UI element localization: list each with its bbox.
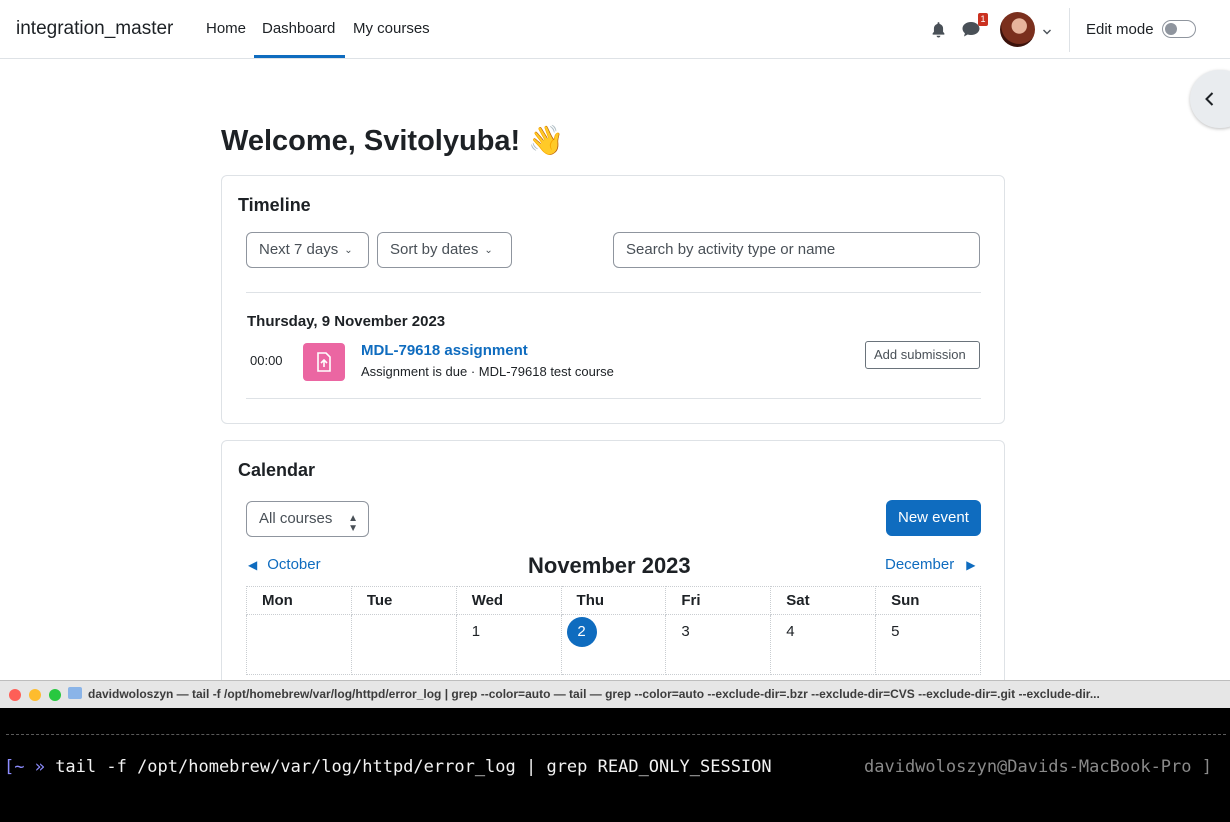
calendar-day-cell[interactable]: 3 bbox=[665, 614, 772, 675]
weekday-fri: Fri bbox=[665, 586, 772, 615]
calendar-day-cell[interactable] bbox=[246, 614, 352, 675]
select-arrows-icon-down: ▼ bbox=[348, 523, 358, 534]
today-marker[interactable]: 2 bbox=[566, 617, 597, 647]
weekday-mon: Mon bbox=[246, 586, 352, 615]
terminal-separator bbox=[6, 734, 1226, 736]
timeline-day-filter-label: Next 7 days bbox=[259, 241, 339, 258]
timeline-title: Timeline bbox=[238, 195, 311, 215]
edit-mode-label: Edit mode bbox=[1086, 21, 1154, 38]
open-drawer-button[interactable] bbox=[1190, 70, 1230, 128]
calendar-block: Calendar All courses ▲ ▼ New event ◀ Octo… bbox=[221, 440, 1005, 700]
timeline-block: Timeline Next 7 days ⌄ Sort by dates ⌄ Sea… bbox=[221, 175, 1005, 424]
folder-icon bbox=[68, 687, 82, 699]
weekday-thu: Thu bbox=[560, 586, 667, 615]
calendar-day-cell[interactable]: 5 bbox=[875, 614, 981, 675]
event-name-link[interactable]: MDL-79618 assignment bbox=[361, 342, 528, 359]
chevron-down-icon: ⌄ bbox=[344, 245, 353, 256]
next-month-label: December bbox=[885, 556, 955, 573]
new-event-button[interactable]: New event bbox=[886, 500, 981, 536]
calendar-day-cell[interactable]: 4 bbox=[770, 614, 877, 675]
prev-month-link[interactable]: ◀ October bbox=[248, 556, 321, 573]
nav-home[interactable]: Home bbox=[206, 20, 246, 37]
chevron-left-icon bbox=[1205, 92, 1214, 106]
nav-dashboard[interactable]: Dashboard bbox=[262, 20, 335, 37]
weekday-header-row: Mon Tue Wed Thu Fri Sat Sun bbox=[246, 586, 981, 615]
event-subtitle: Assignment is due · MDL-79618 test cours… bbox=[361, 364, 614, 379]
timeline-divider-bottom bbox=[246, 398, 981, 399]
timeline-sort-filter[interactable]: Sort by dates ⌄ bbox=[377, 232, 512, 268]
toggle-knob bbox=[1165, 23, 1177, 35]
calendar-day-cell[interactable] bbox=[350, 614, 457, 675]
prev-month-label: October bbox=[267, 556, 321, 573]
next-month-link[interactable]: December ▶ bbox=[885, 556, 975, 573]
nav-my-courses[interactable]: My courses bbox=[353, 20, 430, 37]
navbar-divider bbox=[1069, 8, 1070, 52]
page-title: Welcome, Svitolyuba! 👋 bbox=[221, 125, 565, 157]
weekday-tue: Tue bbox=[350, 586, 457, 615]
add-submission-button[interactable]: Add submission bbox=[865, 341, 980, 369]
user-avatar[interactable] bbox=[1000, 12, 1035, 47]
bell-icon[interactable] bbox=[930, 21, 947, 43]
chevron-down-icon[interactable] bbox=[1042, 24, 1052, 42]
calendar-week-row: 1 2 3 4 5 bbox=[246, 614, 981, 675]
arrow-right-icon: ▶ bbox=[966, 558, 976, 572]
terminal-command-line: [~ » tail -f /opt/homebrew/var/log/httpd… bbox=[4, 757, 772, 777]
terminal-right-prompt: davidwoloszyn@Davids-MacBook-Pro ] bbox=[864, 757, 1212, 777]
timeline-search-input[interactable]: Search by activity type or name bbox=[613, 232, 980, 268]
arrow-left-icon: ◀ bbox=[248, 558, 258, 572]
weekday-sat: Sat bbox=[770, 586, 877, 615]
zoom-window-icon[interactable] bbox=[49, 689, 61, 701]
timeline-day-filter[interactable]: Next 7 days ⌄ bbox=[246, 232, 369, 268]
terminal-prompt: [~ » bbox=[4, 757, 45, 777]
calendar-course-select-label: All courses bbox=[259, 510, 333, 527]
weekday-wed: Wed bbox=[455, 586, 562, 615]
timeline-divider-top bbox=[246, 292, 981, 293]
calendar-day-cell-today[interactable]: 2 bbox=[560, 614, 667, 675]
terminal-window[interactable]: [~ » tail -f /opt/homebrew/var/log/httpd… bbox=[0, 708, 1230, 822]
event-time: 00:00 bbox=[250, 353, 283, 368]
terminal-command: tail -f /opt/homebrew/var/log/httpd/erro… bbox=[44, 757, 772, 777]
calendar-course-select[interactable]: All courses ▲ ▼ bbox=[246, 501, 369, 537]
top-navbar: integration_master Home Dashboard My cou… bbox=[0, 0, 1230, 59]
timeline-sort-label: Sort by dates bbox=[390, 241, 479, 258]
terminal-titlebar[interactable]: davidwoloszyn — tail -f /opt/homebrew/va… bbox=[0, 680, 1230, 708]
calendar-title: Calendar bbox=[238, 460, 316, 480]
calendar-month-title: November 2023 bbox=[528, 553, 691, 578]
minimize-window-icon[interactable] bbox=[29, 689, 41, 701]
calendar-grid: Mon Tue Wed Thu Fri Sat Sun 1 2 3 4 5 bbox=[246, 586, 981, 675]
terminal-window-title: davidwoloszyn — tail -f /opt/homebrew/va… bbox=[88, 687, 1100, 701]
close-window-icon[interactable] bbox=[9, 689, 21, 701]
weekday-sun: Sun bbox=[875, 586, 981, 615]
chevron-down-icon: ⌄ bbox=[484, 245, 493, 256]
timeline-date-heading: Thursday, 9 November 2023 bbox=[247, 313, 446, 330]
edit-mode-toggle[interactable] bbox=[1162, 20, 1196, 38]
message-count-badge: 1 bbox=[978, 13, 988, 26]
assignment-icon bbox=[303, 343, 345, 381]
calendar-day-cell[interactable]: 1 bbox=[455, 614, 562, 675]
nav-active-indicator bbox=[254, 55, 345, 58]
site-brand[interactable]: integration_master bbox=[16, 18, 173, 40]
